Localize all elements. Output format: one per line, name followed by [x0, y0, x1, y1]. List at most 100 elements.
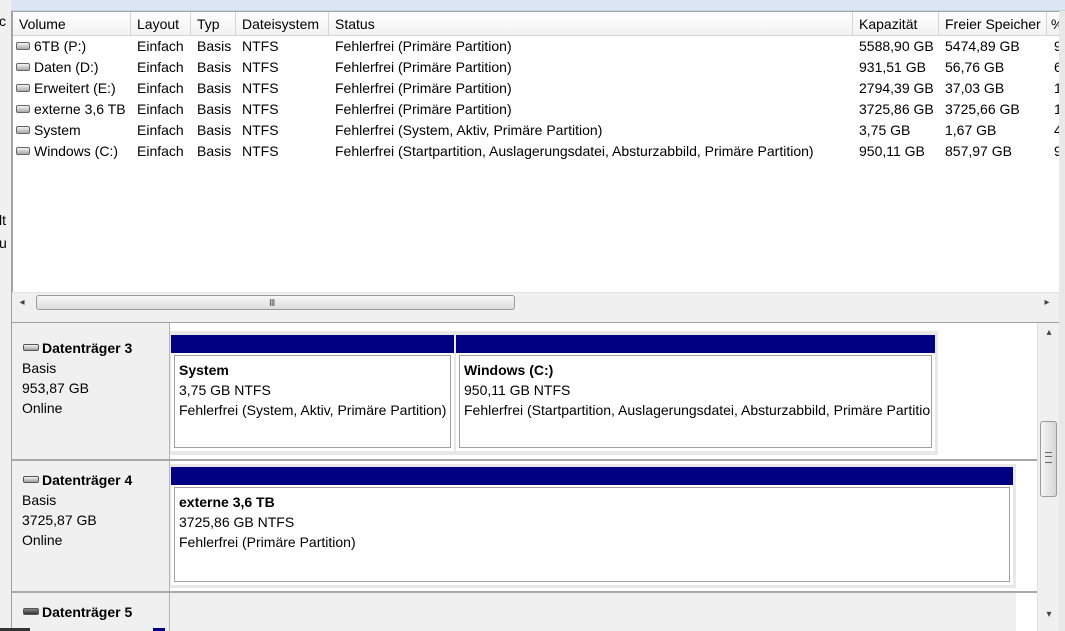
disk-name-text: Datenträger 3	[42, 340, 133, 356]
partition-status: Fehlerfrei (Startpartition, Auslagerungs…	[464, 402, 932, 418]
volume-cell-layout: Einfach	[137, 122, 184, 138]
volume-cell-typ: Basis	[197, 38, 232, 54]
drive-icon	[16, 105, 30, 113]
partition-bar	[171, 335, 454, 353]
scroll-left-icon[interactable]: ◂	[14, 295, 30, 311]
partition-title: Windows (C:)	[464, 362, 554, 378]
disk-name-text: Datenträger 5	[42, 604, 133, 620]
horizontal-scrollbar[interactable]: ◂ III ▸	[12, 292, 1059, 313]
volume-row[interactable]: Daten (D:) Einfach Basis NTFS Fehlerfrei (Pr…	[13, 57, 1060, 78]
vertical-scrollbar[interactable]: ▴ ▾	[1037, 323, 1060, 631]
partition-title: externe 3,6 TB	[179, 494, 275, 510]
disk-name-text: Datenträger 4	[42, 472, 133, 488]
volume-cell-typ: Basis	[197, 80, 232, 96]
drive-icon	[16, 126, 30, 134]
volume-cell-layout: Einfach	[137, 38, 184, 54]
column-header-volume[interactable]: Volume	[13, 12, 131, 36]
drive-icon	[16, 147, 30, 155]
volume-cell-capacity: 931,51 GB	[859, 59, 926, 75]
partition-bar	[171, 467, 1013, 485]
disk-state: Online	[22, 532, 63, 548]
disk-name: Datenträger 5	[22, 602, 169, 622]
partition-size: 3,75 GB NTFS	[179, 382, 271, 398]
volume-cell-capacity: 5588,90 GB	[859, 38, 934, 54]
partition-info: Windows (C:) 950,11 GB NTFS Fehlerfrei (…	[459, 355, 932, 448]
volume-cell-status: Fehlerfrei (Primäre Partition)	[335, 101, 512, 117]
disk-icon	[23, 608, 39, 615]
grip-icon	[1045, 452, 1052, 463]
partition-title: System	[179, 362, 229, 378]
volume-cell-name: Daten (D:)	[34, 59, 99, 75]
drive-icon	[16, 42, 30, 50]
column-header-dateisystem[interactable]: Dateisystem	[236, 12, 329, 36]
disk-size: 3725,87 GB	[22, 512, 97, 528]
drive-icon	[16, 63, 30, 71]
volume-row[interactable]: Erweitert (E:) Einfach Basis NTFS Fehlerfrei…	[13, 78, 1060, 99]
scroll-up-icon[interactable]: ▴	[1041, 326, 1057, 340]
volume-list[interactable]: Volume Layout Typ Dateisystem Status Kap…	[12, 11, 1061, 315]
volume-cell-status: Fehlerfrei (Primäre Partition)	[335, 80, 512, 96]
partition-windows[interactable]: Windows (C:) 950,11 GB NTFS Fehlerfrei (…	[456, 335, 935, 451]
vertical-scroll-thumb[interactable]	[1040, 421, 1057, 497]
disk-icon	[23, 476, 39, 483]
volume-cell-free: 1,67 GB	[945, 122, 997, 138]
left-pane-text: u	[0, 235, 7, 251]
left-pane-text: c	[0, 13, 6, 29]
disk-type: Basis	[22, 360, 57, 376]
left-pane-text: lt	[0, 212, 6, 228]
horizontal-scroll-thumb[interactable]: III	[36, 295, 515, 310]
top-accent-bar	[11, 0, 1065, 11]
column-header-kapazitaet[interactable]: Kapazität	[853, 12, 939, 36]
volume-cell-layout: Einfach	[137, 59, 184, 75]
disk-label-3[interactable]: Datenträger 3 Basis 953,87 GB Online	[12, 323, 170, 460]
partition-status: Fehlerfrei (Primäre Partition)	[179, 534, 356, 550]
volume-cell-fs: NTFS	[242, 143, 279, 159]
volume-cell-name: Windows (C:)	[34, 143, 119, 159]
volume-cell-layout: Einfach	[137, 143, 184, 159]
volume-cell-status: Fehlerfrei (System, Aktiv, Primäre Parti…	[335, 122, 603, 138]
volume-cell-free: 56,76 GB	[945, 59, 1005, 75]
column-header-layout[interactable]: Layout	[131, 12, 191, 36]
volume-cell-fs: NTFS	[242, 80, 279, 96]
grip-icon: III	[269, 298, 275, 309]
volume-cell-name: System	[34, 122, 81, 138]
volume-cell-layout: Einfach	[137, 101, 184, 117]
volume-row[interactable]: Windows (C:) Einfach Basis NTFS Fehlerfrei (…	[13, 141, 1060, 162]
drive-icon	[16, 84, 30, 92]
column-header-typ[interactable]: Typ	[191, 12, 236, 36]
volume-cell-name: externe 3,6 TB	[34, 101, 126, 117]
scroll-right-icon[interactable]: ▸	[1039, 295, 1055, 311]
volume-cell-layout: Einfach	[137, 80, 184, 96]
pane-splitter[interactable]	[12, 313, 1059, 323]
disk-partitions-5	[170, 593, 1016, 631]
volume-row[interactable]: 6TB (P:) Einfach Basis NTFS Fehlerfrei (Prim…	[13, 36, 1060, 57]
disk-label-5[interactable]: Datenträger 5	[12, 593, 170, 631]
left-pane-edge: c lt u	[0, 0, 12, 631]
partition-externe[interactable]: externe 3,6 TB 3725,86 GB NTFS Fehlerfre…	[171, 467, 1013, 585]
volume-cell-capacity: 3,75 GB	[859, 122, 911, 138]
volume-cell-typ: Basis	[197, 101, 232, 117]
volume-cell-status: Fehlerfrei (Primäre Partition)	[335, 38, 512, 54]
volume-cell-capacity: 950,11 GB	[859, 143, 925, 159]
volume-cell-free: 5474,89 GB	[945, 38, 1020, 54]
volume-cell-free: 857,97 GB	[945, 143, 1012, 159]
disk-size: 953,87 GB	[22, 380, 89, 396]
volume-cell-name: Erweitert (E:)	[34, 80, 116, 96]
partition-info: System 3,75 GB NTFS Fehlerfrei (System, …	[174, 355, 451, 448]
column-header-status[interactable]: Status	[329, 12, 853, 36]
disk-label-4[interactable]: Datenträger 4 Basis 3725,87 GB Online	[12, 461, 170, 591]
volume-row[interactable]: externe 3,6 TB Einfach Basis NTFS Fehlerfrei…	[13, 99, 1060, 120]
volume-cell-capacity: 2794,39 GB	[859, 80, 934, 96]
scroll-down-icon[interactable]: ▾	[1041, 608, 1057, 622]
column-header-freier-speicher[interactable]: Freier Speicher	[939, 12, 1047, 36]
volume-cell-fs: NTFS	[242, 101, 279, 117]
volume-cell-capacity: 3725,86 GB	[859, 101, 934, 117]
disk-name: Datenträger 4	[22, 470, 169, 490]
partition-system[interactable]: System 3,75 GB NTFS Fehlerfrei (System, …	[171, 335, 454, 451]
disk-partitions-3: System 3,75 GB NTFS Fehlerfrei (System, …	[170, 331, 938, 455]
disk-state: Online	[22, 400, 63, 416]
volume-row[interactable]: System Einfach Basis NTFS Fehlerfrei (System…	[13, 120, 1060, 141]
volume-cell-typ: Basis	[197, 122, 232, 138]
volume-cell-name: 6TB (P:)	[34, 38, 87, 54]
partition-size: 950,11 GB NTFS	[464, 382, 571, 398]
